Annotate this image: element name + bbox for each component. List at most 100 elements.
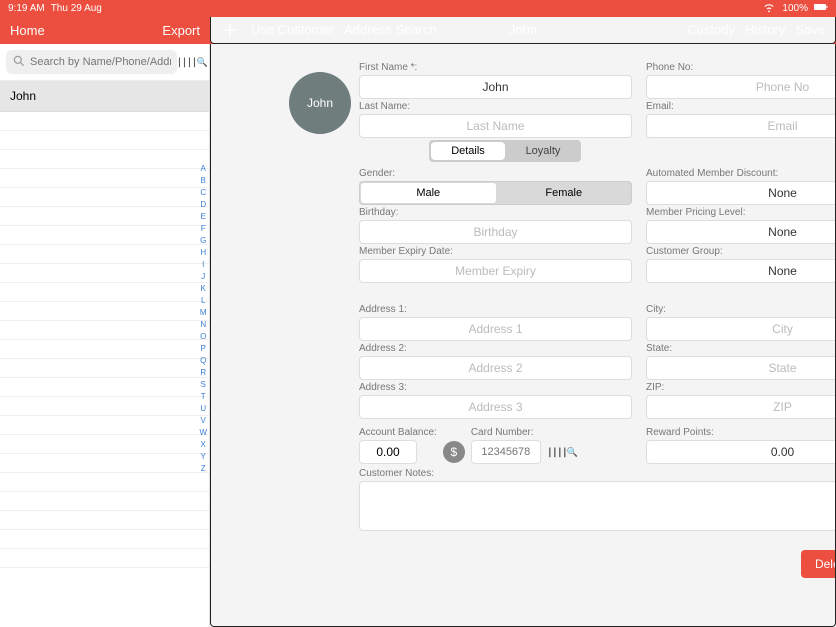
index-letter[interactable]: G bbox=[199, 236, 207, 246]
state-field[interactable] bbox=[646, 356, 836, 380]
first-name-field[interactable] bbox=[359, 75, 632, 99]
index-letter[interactable]: E bbox=[199, 212, 207, 222]
empty-list bbox=[0, 112, 209, 568]
index-letter[interactable]: L bbox=[199, 296, 207, 306]
address2-label: Address 2: bbox=[359, 343, 632, 354]
index-letter[interactable]: P bbox=[199, 344, 207, 354]
tab-details[interactable]: Details bbox=[431, 142, 505, 160]
use-customer-button[interactable]: Use Customer bbox=[251, 22, 334, 37]
notes-label: Customer Notes: bbox=[359, 468, 836, 479]
barcode-icon[interactable]: ||||🔍 bbox=[547, 442, 578, 460]
status-battery: 100% bbox=[782, 3, 808, 14]
birthday-field[interactable] bbox=[359, 220, 632, 244]
save-button[interactable]: Save bbox=[795, 22, 825, 37]
wifi-icon bbox=[762, 0, 776, 17]
home-button[interactable]: Home bbox=[10, 23, 45, 38]
index-letter[interactable]: U bbox=[199, 404, 207, 414]
notes-field[interactable] bbox=[359, 481, 836, 531]
index-letter[interactable]: D bbox=[199, 200, 207, 210]
phone-field[interactable] bbox=[646, 75, 836, 99]
city-field[interactable] bbox=[646, 317, 836, 341]
index-letter[interactable]: Q bbox=[199, 356, 207, 366]
index-letter[interactable]: V bbox=[199, 416, 207, 426]
first-name-label: First Name *: bbox=[359, 62, 632, 73]
pricing-label: Member Pricing Level: bbox=[646, 207, 836, 218]
last-name-field[interactable] bbox=[359, 114, 632, 138]
avatar[interactable]: John bbox=[289, 72, 351, 134]
search-icon bbox=[12, 54, 26, 71]
balance-label: Account Balance: bbox=[359, 427, 437, 438]
status-bar: 9:19 AM Thu 29 Aug 100% bbox=[0, 0, 836, 16]
gender-label: Gender: bbox=[359, 168, 632, 179]
email-label: Email: bbox=[646, 101, 836, 112]
index-letter[interactable]: H bbox=[199, 248, 207, 258]
search-box[interactable] bbox=[6, 50, 177, 74]
tab-loyalty[interactable]: Loyalty bbox=[506, 141, 580, 161]
alpha-index[interactable]: ABCDEFGHIJKLMNOPQRSTUVWXYZ bbox=[199, 164, 207, 474]
address-search-button[interactable]: Address Search bbox=[344, 22, 437, 37]
tabs-segment[interactable]: Details Loyalty bbox=[429, 140, 581, 162]
index-letter[interactable]: F bbox=[199, 224, 207, 234]
gender-segment[interactable]: Male Female bbox=[359, 181, 632, 205]
index-letter[interactable]: T bbox=[199, 392, 207, 402]
index-letter[interactable]: Z bbox=[199, 464, 207, 474]
index-letter[interactable]: S bbox=[199, 380, 207, 390]
dollar-icon[interactable]: $ bbox=[443, 441, 465, 463]
status-date: Thu 29 Aug bbox=[51, 3, 102, 14]
index-letter[interactable]: A bbox=[199, 164, 207, 174]
zip-field[interactable] bbox=[646, 395, 836, 419]
reward-label: Reward Points: bbox=[646, 427, 836, 438]
city-label: City: bbox=[646, 304, 836, 315]
pricing-field[interactable] bbox=[646, 220, 836, 244]
state-label: State: bbox=[646, 343, 836, 354]
history-button[interactable]: History bbox=[745, 22, 785, 37]
index-letter[interactable]: Y bbox=[199, 452, 207, 462]
address1-label: Address 1: bbox=[359, 304, 632, 315]
discount-field[interactable] bbox=[646, 181, 836, 205]
zip-label: ZIP: bbox=[646, 382, 836, 393]
discount-label: Automated Member Discount: bbox=[646, 168, 836, 179]
index-letter[interactable]: K bbox=[199, 284, 207, 294]
card-label: Card Number: bbox=[471, 427, 541, 438]
address3-field[interactable] bbox=[359, 395, 632, 419]
index-letter[interactable]: O bbox=[199, 332, 207, 342]
email-field[interactable] bbox=[646, 114, 836, 138]
index-letter[interactable]: R bbox=[199, 368, 207, 378]
expiry-field[interactable] bbox=[359, 259, 632, 283]
index-letter[interactable]: B bbox=[199, 176, 207, 186]
index-letter[interactable]: N bbox=[199, 320, 207, 330]
export-button[interactable]: Export bbox=[162, 23, 200, 38]
gender-male[interactable]: Male bbox=[361, 183, 496, 203]
gender-female[interactable]: Female bbox=[497, 182, 632, 204]
page-title: John bbox=[509, 22, 537, 37]
index-letter[interactable]: M bbox=[199, 308, 207, 318]
address2-field[interactable] bbox=[359, 356, 632, 380]
address3-label: Address 3: bbox=[359, 382, 632, 393]
top-bar: Home Export ＋ Use Customer Address Searc… bbox=[0, 16, 836, 44]
battery-icon bbox=[814, 0, 828, 17]
index-letter[interactable]: W bbox=[199, 428, 207, 438]
search-input[interactable] bbox=[30, 56, 171, 68]
index-letter[interactable]: C bbox=[199, 188, 207, 198]
reward-field[interactable] bbox=[646, 440, 836, 464]
sidebar: ||||🔍 John ABCDEFGHIJKLMNOPQRSTUVWXYZ bbox=[0, 44, 210, 627]
form-panel: John First Name *: Phone No: Last Name: bbox=[210, 44, 836, 627]
index-letter[interactable]: I bbox=[199, 260, 207, 270]
address1-field[interactable] bbox=[359, 317, 632, 341]
customer-list-item[interactable]: John bbox=[0, 81, 209, 112]
phone-label: Phone No: bbox=[646, 62, 836, 73]
last-name-label: Last Name: bbox=[359, 101, 632, 112]
index-letter[interactable]: J bbox=[199, 272, 207, 282]
custody-button[interactable]: Custody bbox=[687, 22, 735, 37]
index-letter[interactable]: X bbox=[199, 440, 207, 450]
barcode-scan-button[interactable]: ||||🔍 bbox=[181, 51, 203, 73]
birthday-label: Birthday: bbox=[359, 207, 632, 218]
card-field[interactable] bbox=[471, 440, 541, 464]
group-label: Customer Group: bbox=[646, 246, 836, 257]
add-icon[interactable]: ＋ bbox=[221, 17, 239, 43]
expiry-label: Member Expiry Date: bbox=[359, 246, 632, 257]
group-field[interactable] bbox=[646, 259, 836, 283]
status-time: 9:19 AM bbox=[8, 3, 45, 14]
balance-field[interactable] bbox=[359, 440, 417, 464]
delete-customer-button[interactable]: Delete Customer bbox=[801, 550, 836, 578]
